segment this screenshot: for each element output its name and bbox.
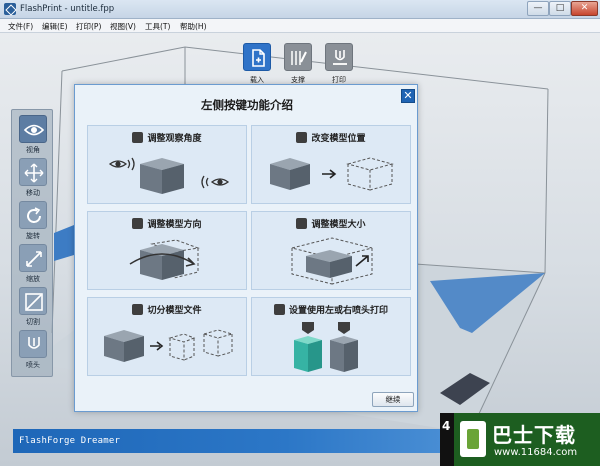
dialog-close-button[interactable]: ✕ (401, 89, 415, 103)
nozzle-button[interactable] (19, 330, 47, 358)
rotate-label: 旋转 (26, 232, 40, 240)
nozzle-label: 喷头 (26, 361, 40, 369)
menu-help[interactable]: 帮助(H) (180, 21, 207, 32)
watermark-badge: 4 (440, 413, 454, 466)
menu-edit[interactable]: 编辑(E) (42, 21, 68, 32)
watermark-logo-icon (460, 421, 486, 457)
dialog-title: 左侧按键功能介绍 (201, 98, 293, 112)
card-title: 切分模型文件 (147, 306, 202, 316)
card-scale-model: 调整模型大小 (251, 211, 411, 290)
card-nozzle-select: 设置使用左或右喷头打印 (251, 297, 411, 376)
rotate-button[interactable] (19, 201, 47, 229)
nozzle-icon (273, 304, 285, 315)
cut-button[interactable] (19, 287, 47, 315)
support-icon (291, 51, 307, 65)
scale-icon (296, 218, 308, 229)
watermark-title: 巴士下载 (492, 423, 576, 447)
move-icon (24, 163, 44, 183)
window-title: FlashPrint - untitle.fpp (20, 4, 115, 14)
card-title: 调整观察角度 (147, 134, 202, 144)
watermark-url: www.11684.com (494, 447, 578, 458)
cut-illustration (104, 329, 234, 362)
title-bar: FlashPrint - untitle.fpp — □ ✕ (0, 0, 600, 19)
support-button[interactable] (284, 43, 312, 71)
move-button[interactable] (19, 158, 47, 186)
card-move-model: 改变模型位置 (251, 125, 411, 204)
menu-print[interactable]: 打印(P) (76, 21, 101, 32)
rotate-icon (27, 207, 41, 223)
view-angle-illustration (108, 157, 230, 194)
continue-button[interactable]: 继续 (372, 392, 414, 407)
card-rotate-model: 调整模型方向 (87, 211, 247, 290)
move-illustration (270, 157, 394, 191)
eye-icon (132, 132, 144, 143)
status-bar: FlashForge Dreamer (13, 429, 468, 453)
print-button[interactable] (325, 43, 353, 71)
scale-illustration (291, 237, 373, 285)
card-title: 调整模型大小 (311, 220, 366, 230)
menu-view[interactable]: 视图(V) (110, 21, 136, 32)
print-icon (333, 50, 347, 65)
move-label: 移动 (26, 189, 40, 197)
nozzle-illustration (294, 322, 358, 372)
minimize-button[interactable]: — (527, 1, 549, 16)
rotate-illustration (129, 239, 200, 280)
cut-label: 切割 (26, 318, 40, 326)
menu-tools[interactable]: 工具(T) (145, 21, 170, 32)
menu-bar: 文件(F) 编辑(E) 打印(P) 视图(V) 工具(T) 帮助(H) (0, 19, 600, 33)
move-icon (296, 132, 308, 143)
view-button[interactable] (19, 115, 47, 143)
card-title: 设置使用左或右喷头打印 (288, 306, 388, 316)
menu-file[interactable]: 文件(F) (8, 21, 33, 32)
close-button[interactable]: ✕ (571, 1, 598, 16)
nozzle-icon (28, 337, 40, 349)
watermark: 4 巴士下载 www.11684.com (440, 413, 600, 466)
cut-icon (25, 293, 43, 311)
card-title: 调整模型方向 (147, 220, 202, 230)
card-title: 改变模型位置 (311, 134, 366, 144)
scale-label: 缩放 (26, 275, 40, 283)
card-view-angle: 调整观察角度 (87, 125, 247, 204)
scale-button[interactable] (19, 244, 47, 272)
intro-dialog: 左侧按键功能介绍 ✕ 调整观察角度 改变模型位置 调整模型方向 调整模型大小 切… (74, 84, 418, 412)
status-text: FlashForge Dreamer (19, 436, 121, 446)
app-icon (4, 3, 16, 15)
load-icon (252, 49, 265, 67)
eye-icon (24, 124, 44, 136)
maximize-button[interactable]: □ (549, 1, 571, 16)
left-toolbar: 视角 移动 旋转 缩放 切割 喷头 (11, 109, 53, 377)
view-label: 视角 (26, 146, 40, 154)
card-cut-model: 切分模型文件 (87, 297, 247, 376)
cut-icon (132, 304, 144, 315)
load-button[interactable] (243, 43, 271, 71)
scale-icon (26, 251, 42, 267)
rotate-icon (132, 218, 144, 229)
